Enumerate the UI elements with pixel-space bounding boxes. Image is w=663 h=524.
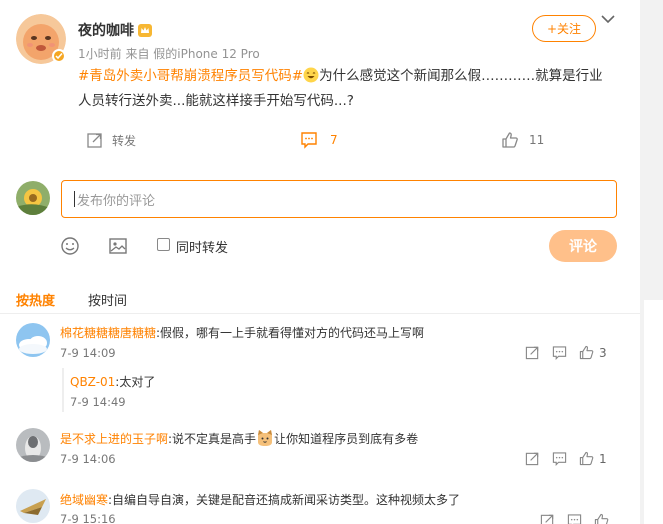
comment-username[interactable]: 是不求上进的玉子啊 xyxy=(60,432,168,446)
image-icon[interactable] xyxy=(108,236,128,256)
comment-like-button[interactable]: 1 xyxy=(579,451,607,466)
like-count: 11 xyxy=(529,133,545,147)
like-icon xyxy=(579,451,594,466)
comment-action[interactable]: 7 xyxy=(300,131,338,149)
share-icon[interactable] xyxy=(525,451,540,466)
right-sidebar-edge xyxy=(640,0,663,524)
chevron-down-icon[interactable] xyxy=(600,10,616,24)
repost-checkbox[interactable] xyxy=(157,238,170,251)
crown-icon xyxy=(138,22,152,37)
comment-body-part1: :说不定真是高手 xyxy=(168,432,257,446)
comment-actions: 1 xyxy=(525,451,607,466)
comment-time: 7-9 15:16 xyxy=(60,512,116,524)
repost-icon xyxy=(87,133,102,148)
submit-comment-button[interactable]: 评论 xyxy=(549,230,617,262)
comment-input[interactable]: 发布你的评论 xyxy=(61,180,617,218)
comment-text: 是不求上进的玉子啊:说不定真是高手 让你知道程序员到底有多卷 xyxy=(60,429,418,447)
verified-badge-icon xyxy=(52,49,66,63)
commenter-avatar[interactable] xyxy=(16,489,50,523)
comment-input-placeholder: 发布你的评论 xyxy=(77,193,156,209)
comment-like-count: 3 xyxy=(599,345,607,360)
tab-sort-time[interactable]: 按时间 xyxy=(88,290,127,309)
comment-body: :自编自导自演，关键是配音还搞成新闻采访类型。这种视频太多了 xyxy=(108,493,461,507)
comment-icon[interactable] xyxy=(552,451,567,466)
comment-icon xyxy=(301,132,317,149)
tab-sort-hot[interactable]: 按热度 xyxy=(16,290,55,309)
post-body-line1: 为什么感觉这个新闻那么假…………就算是行业 xyxy=(319,68,603,84)
comment-like-count: 1 xyxy=(599,451,607,466)
repost-checkbox-label: 同时转发 xyxy=(176,241,229,256)
like-icon xyxy=(579,345,594,360)
comment-actions xyxy=(540,513,609,524)
comment-username[interactable]: 棉花糖糖糖唐糖糖 xyxy=(60,326,156,340)
repost-label: 转发 xyxy=(112,133,137,148)
comment-icon[interactable] xyxy=(567,513,582,524)
reply-body: :太对了 xyxy=(115,375,156,389)
text-caret xyxy=(74,191,75,207)
like-action[interactable]: 11 xyxy=(501,131,544,149)
comment-count: 7 xyxy=(330,133,338,147)
comment-time: 7-9 14:06 xyxy=(60,452,116,466)
comment-body-part2: 让你知道程序员到底有多卷 xyxy=(274,432,419,446)
follow-button[interactable]: +关注 xyxy=(532,15,596,42)
comment-text: 棉花糖糖糖唐糖糖:假假，哪有一上手就看得懂对方的代码还马上写啊 xyxy=(60,324,424,341)
cat-emoji-icon xyxy=(256,429,274,447)
my-avatar[interactable] xyxy=(16,181,50,215)
share-icon[interactable] xyxy=(540,513,555,524)
share-icon[interactable] xyxy=(525,345,540,360)
laugh-emoji-icon xyxy=(303,67,319,83)
hashtag-link[interactable]: #青岛外卖小哥帮崩溃程序员写代码# xyxy=(78,68,303,84)
right-panel xyxy=(644,300,663,524)
comment-body: :假假，哪有一上手就看得懂对方的代码还马上写啊 xyxy=(156,326,425,340)
divider xyxy=(0,313,640,314)
reply-time: 7-9 14:49 xyxy=(70,395,126,409)
post-meta: 1小时前 来自 假的iPhone 12 Pro xyxy=(78,47,260,61)
post-body-line2: 人员转行送外卖...能就这样接手开始写代码...? xyxy=(78,93,354,109)
comment-username[interactable]: 绝域幽寒 xyxy=(60,493,108,507)
post-author-name[interactable]: 夜的咖啡 xyxy=(78,20,134,40)
reply-text: QBZ-01:太对了 xyxy=(70,373,155,390)
comment-icon[interactable] xyxy=(552,345,567,360)
comment-like-button[interactable]: 3 xyxy=(579,345,607,360)
comment-actions: 3 xyxy=(525,345,607,360)
commenter-avatar[interactable] xyxy=(16,323,50,357)
comment-time: 7-9 14:09 xyxy=(60,346,116,360)
reply-username[interactable]: QBZ-01 xyxy=(70,375,115,389)
emoji-icon[interactable] xyxy=(60,236,80,256)
comment-text: 绝域幽寒:自编自导自演，关键是配音还搞成新闻采访类型。这种视频太多了 xyxy=(60,491,460,508)
post-body: #青岛外卖小哥帮崩溃程序员写代码# 为什么感觉这个新闻那么假…………就算是行业 人… xyxy=(78,64,623,114)
repost-action[interactable]: 转发 xyxy=(86,131,136,149)
like-icon xyxy=(502,132,518,148)
commenter-avatar[interactable] xyxy=(16,428,50,462)
like-icon[interactable] xyxy=(594,513,609,524)
